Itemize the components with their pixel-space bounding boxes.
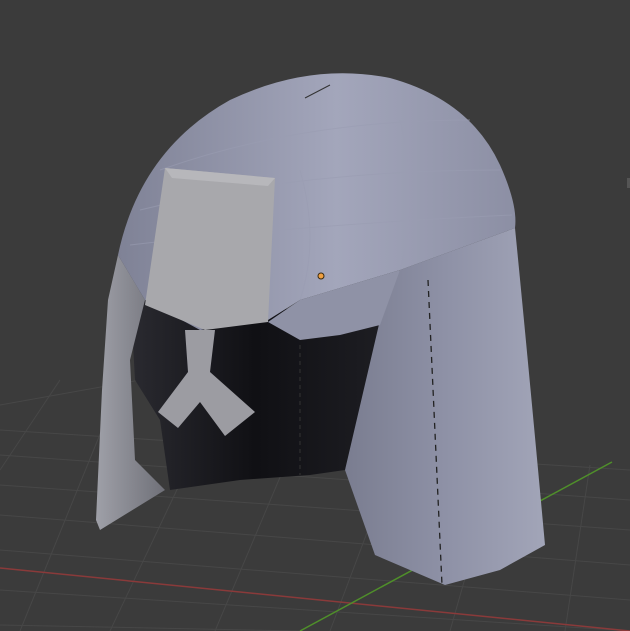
viewport-canvas[interactable]	[0, 0, 630, 631]
3d-viewport[interactable]	[0, 0, 630, 631]
x-axis-line	[0, 567, 630, 631]
front-plate	[145, 168, 275, 330]
object-origin-dot[interactable]	[317, 272, 325, 280]
